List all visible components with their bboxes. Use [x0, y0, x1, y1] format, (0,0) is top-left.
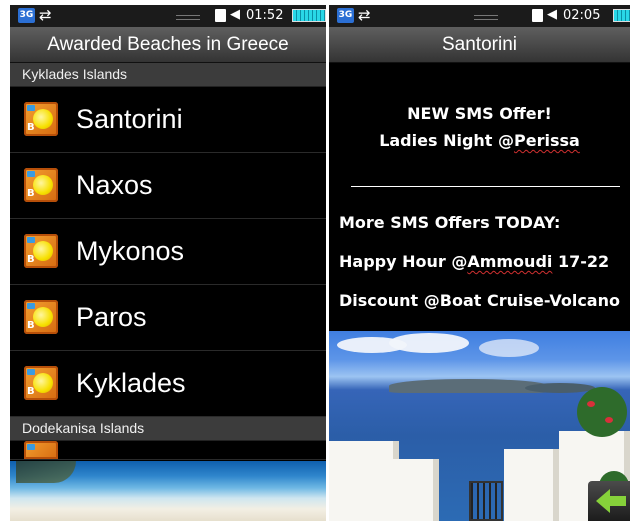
section-header-kyklades: Kyklades Islands [10, 63, 326, 87]
list-item-label: Naxos [76, 170, 153, 200]
beach-flag-icon [24, 441, 58, 459]
beach-flag-icon: B [24, 300, 58, 334]
offer-boat-cruise: Discount @Boat Cruise-Volcano [339, 291, 620, 310]
signal-icon [474, 15, 498, 20]
sync-icon: ⇄ [358, 6, 371, 24]
list-item-santorini[interactable]: B Santorini [10, 87, 326, 153]
list-item-label: Santorini [76, 104, 183, 134]
list-item-naxos[interactable]: B Naxos [10, 153, 326, 219]
sms-offers-panel: NEW SMS Offer! Ladies Night @Perissa Mor… [329, 104, 630, 320]
page-title: Santorini [329, 27, 630, 63]
network-3g-icon: 3G [337, 8, 354, 23]
sim-card-icon [532, 9, 543, 22]
sim-card-icon [215, 9, 226, 22]
signal-icon [176, 15, 200, 20]
list-item-paros[interactable]: B Paros [10, 285, 326, 351]
beach-list-screen: 3G ⇄ ◀ 01:52 Awarded Beaches in Greece K… [10, 5, 326, 521]
status-time: 01:52 [246, 8, 284, 23]
network-3g-icon: 3G [18, 8, 35, 23]
list-item-label: Paros [76, 302, 147, 332]
sync-icon: ⇄ [39, 6, 52, 24]
santorini-detail-screen: 3G ⇄ ◀ 02:05 Santorini NEW SMS Offer! La… [329, 5, 630, 521]
list-item-kyklades[interactable]: B Kyklades [10, 351, 326, 417]
beach-flag-icon: B [24, 102, 58, 136]
battery-icon [613, 9, 630, 22]
battery-icon [292, 9, 326, 22]
more-offers-heading: More SMS Offers TODAY: [339, 213, 561, 232]
list-item-partial[interactable] [10, 441, 326, 460]
beach-flag-icon: B [24, 366, 58, 400]
speaker-icon: ◀ [547, 7, 557, 22]
speaker-icon: ◀ [230, 7, 240, 22]
list-item-label: Kyklades [76, 368, 186, 398]
status-bar: 3G ⇄ ◀ 02:05 [329, 5, 630, 27]
back-button[interactable] [588, 481, 630, 521]
divider [351, 186, 620, 187]
offer-happy-hour: Happy Hour @Ammoudi 17-22 [339, 252, 610, 271]
santorini-photo [329, 331, 630, 521]
section-header-dodekanisa: Dodekanisa Islands [10, 417, 326, 441]
gate-image [469, 481, 503, 521]
page-title: Awarded Beaches in Greece [10, 27, 326, 63]
status-time: 02:05 [563, 8, 601, 23]
status-bar: 3G ⇄ ◀ 01:52 [10, 5, 326, 27]
beach-banner-image [10, 461, 326, 521]
beach-flag-icon: B [24, 234, 58, 268]
list-item-mykonos[interactable]: B Mykonos [10, 219, 326, 285]
offer-title: NEW SMS Offer! [407, 104, 552, 123]
offer-subtitle: Ladies Night @Perissa [379, 131, 580, 150]
list-item-label: Mykonos [76, 236, 185, 266]
beach-flag-icon: B [24, 168, 58, 202]
